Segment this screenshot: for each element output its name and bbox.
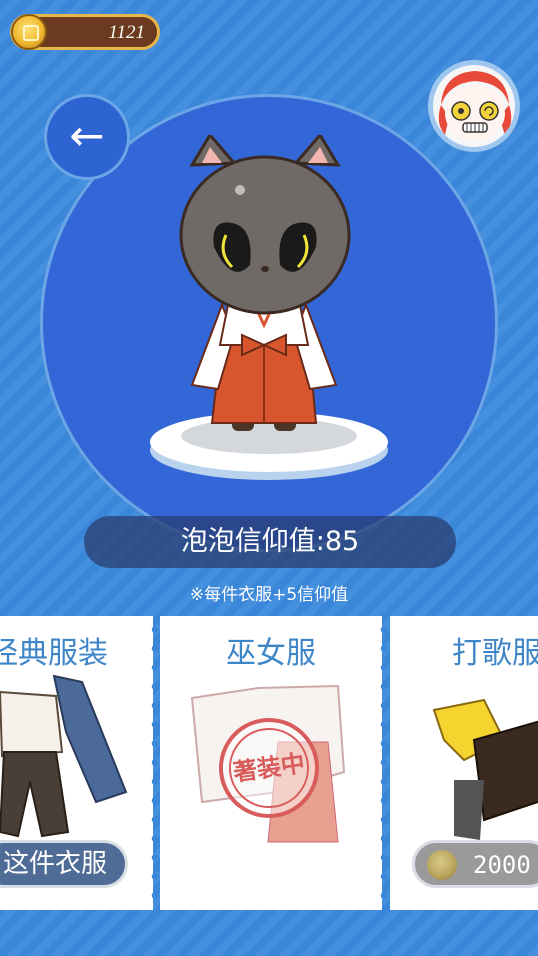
outfit-title: 打歌服: [452, 636, 538, 671]
coin-icon: [427, 850, 457, 880]
faith-note: ※每件衣服+5信仰值: [189, 585, 349, 605]
idol-outfit-image: [432, 698, 538, 840]
avatar[interactable]: [428, 60, 520, 152]
outfit-title: 经典服装: [0, 636, 108, 671]
coin-counter: 1121: [10, 14, 160, 50]
classic-outfit-image: [0, 674, 128, 838]
coin-count: 1121: [108, 22, 145, 43]
cat-character-miko: [179, 135, 351, 431]
coin-icon: [11, 14, 47, 50]
avatar-face-icon: [438, 71, 512, 141]
buy-outfit-button[interactable]: 2000: [412, 840, 538, 888]
faith-value-banner: 泡泡信仰值:85: [84, 516, 456, 568]
card-divider: [151, 620, 159, 910]
outfit-title: 巫女服: [226, 636, 316, 671]
back-button[interactable]: ←: [44, 94, 130, 180]
wear-outfit-button[interactable]: 这件衣服: [0, 840, 128, 888]
outfit-price: 2000: [473, 851, 531, 879]
